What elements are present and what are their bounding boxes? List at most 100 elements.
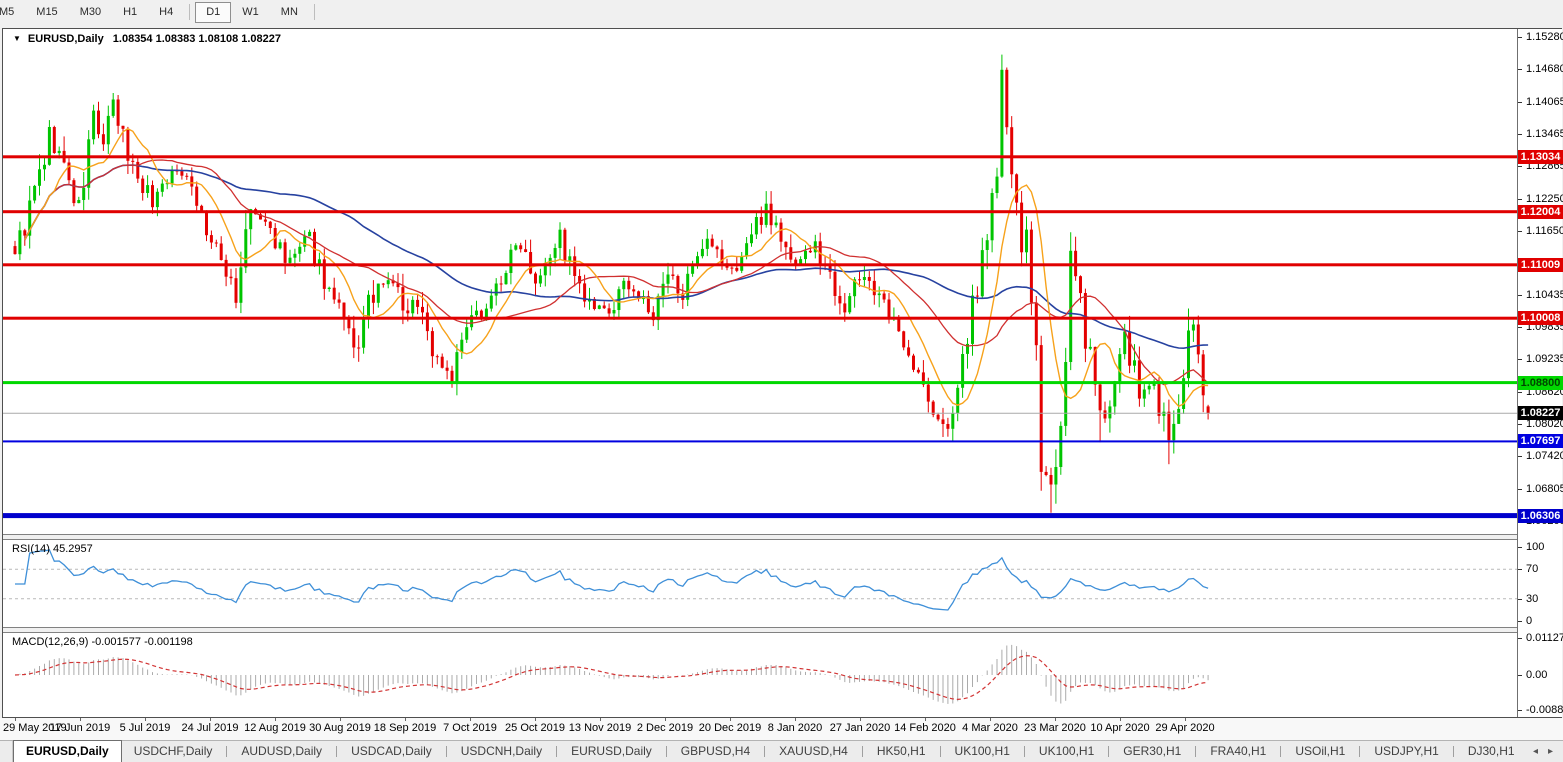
time-tick — [1120, 718, 1121, 721]
price-axis[interactable]: 1.15280 1.14680 1.14065 1.13465 1.12865 1.122… — [1517, 29, 1563, 717]
time-tick-label: 20 Dec 2019 — [698, 722, 762, 734]
time-tick-label: 25 Oct 2019 — [505, 722, 565, 734]
time-tick — [470, 718, 471, 721]
tab-separator — [1023, 746, 1025, 757]
tab-separator — [861, 746, 863, 757]
time-tick-label: 30 Aug 2019 — [309, 722, 371, 734]
time-tick-label: 8 Jan 2020 — [767, 722, 823, 734]
price-tick — [1518, 102, 1522, 103]
tab-separator — [1195, 746, 1197, 757]
time-tick — [1055, 718, 1056, 721]
level-price-badge: 1.13034 — [1518, 150, 1563, 164]
tab-separator — [764, 746, 766, 757]
timeframe-button-h1[interactable]: H1 — [112, 2, 148, 23]
time-tick — [730, 718, 731, 721]
price-tick-label: 1.10435 — [1526, 289, 1563, 301]
chart-window: ▼ EURUSD,Daily 1.08354 1.08383 1.08108 1.… — [2, 28, 1563, 718]
price-pane-canvas[interactable] — [3, 29, 1519, 534]
macd-signal-line — [14, 655, 1209, 701]
time-tick-label: 29 Apr 2020 — [1155, 722, 1215, 734]
chart-tab-hk50-h1[interactable]: HK50,H1 — [865, 742, 938, 762]
level-price-badge: 1.12004 — [1518, 205, 1563, 219]
chart-tab-usdcad-daily[interactable]: USDCAD,Daily — [339, 742, 444, 762]
timeframe-button-d1[interactable]: D1 — [195, 1, 232, 23]
chart-tab-usdjpy-h1[interactable]: USDJPY,H1 — [1362, 742, 1450, 762]
timeframe-button-h4[interactable]: H4 — [148, 2, 184, 23]
price-tick-label: 1.12250 — [1526, 193, 1563, 205]
time-tick — [535, 718, 536, 721]
level-price-badge: 1.07697 — [1518, 434, 1563, 448]
time-tick — [145, 718, 146, 721]
tab-scroll-arrows: ◂ ▸ — [1533, 741, 1563, 762]
time-axis[interactable]: 29 May 2019 17 Jun 2019 5 Jul 2019 24 Jul 2… — [0, 718, 1563, 740]
price-tick-label: 1.06805 — [1526, 483, 1563, 495]
chart-tab-usoil-h1[interactable]: USOil,H1 — [1283, 742, 1357, 762]
chart-tab-uk100-h1[interactable]: UK100,H1 — [943, 742, 1022, 762]
macd-tick — [1518, 675, 1522, 676]
symbol-dropdown-icon[interactable]: ▼ — [13, 34, 21, 43]
timeframe-toolbar: M5 M15 M30 H1 H4 D1 W1 MN — [0, 0, 1551, 24]
price-tick-label: 1.13465 — [1526, 128, 1563, 140]
chart-tab-usdchf-daily[interactable]: USDCHF,Daily — [122, 742, 225, 762]
rsi-tick-label: 100 — [1526, 541, 1545, 553]
time-tick-label: 10 Apr 2020 — [1090, 722, 1150, 734]
timeframe-button-mn[interactable]: MN — [270, 2, 309, 23]
rsi-tick-label: 30 — [1526, 593, 1539, 605]
rsi-tick-label: 70 — [1526, 563, 1539, 575]
tab-scroll-right-icon[interactable]: ▸ — [1548, 746, 1553, 757]
level-price-badge: 1.11009 — [1518, 258, 1563, 272]
tab-separator — [226, 746, 228, 757]
time-tick — [15, 718, 16, 721]
time-tick — [600, 718, 601, 721]
tab-separator — [1452, 746, 1454, 757]
time-tick — [275, 718, 276, 721]
chart-tab-eurusd-daily[interactable]: EURUSD,Daily — [13, 740, 122, 762]
timeframe-button-m30[interactable]: M30 — [69, 2, 112, 23]
macd-tick-label: 0.00 — [1526, 669, 1548, 681]
macd-tick-label: 0.011277 — [1526, 632, 1563, 644]
chart-tab-eurusd-daily[interactable]: EURUSD,Daily — [559, 742, 664, 762]
macd-tick — [1518, 710, 1522, 711]
timeframe-button-m15[interactable]: M15 — [25, 2, 68, 23]
price-tick — [1518, 166, 1522, 167]
macd-pane-canvas[interactable] — [3, 633, 1519, 717]
price-tick-label: 1.14680 — [1526, 63, 1563, 75]
price-tick-label: 1.14065 — [1526, 96, 1563, 108]
macd-tick — [1518, 638, 1522, 639]
time-tick-label: 12 Aug 2019 — [244, 722, 306, 734]
time-tick — [925, 718, 926, 721]
rsi-line — [15, 549, 1209, 611]
price-tick — [1518, 231, 1522, 232]
price-tick — [1518, 424, 1522, 425]
candles-layer — [13, 54, 1210, 513]
chart-tab-fra40-h1[interactable]: FRA40,H1 — [1198, 742, 1278, 762]
chart-tab-usdcnh-daily[interactable]: USDCNH,Daily — [449, 742, 554, 762]
time-tick — [860, 718, 861, 721]
chart-tab-xauusd-h4[interactable]: XAUUSD,H4 — [767, 742, 860, 762]
rsi-tick — [1518, 569, 1522, 570]
chart-tab-uk100-h1[interactable]: UK100,H1 — [1027, 742, 1106, 762]
chart-tab-dj30-h1[interactable]: DJ30,H1 — [1456, 742, 1527, 762]
time-tick-label: 23 Mar 2020 — [1024, 722, 1086, 734]
time-tick-label: 2 Dec 2019 — [636, 722, 694, 734]
time-tick — [1185, 718, 1186, 721]
current-price-badge: 1.08227 — [1518, 406, 1563, 420]
time-tick-label: 27 Jan 2020 — [829, 722, 891, 734]
price-tick-label: 1.09235 — [1526, 353, 1563, 365]
time-tick-label: 4 Mar 2020 — [962, 722, 1018, 734]
chart-tab-gbpusd-h4[interactable]: GBPUSD,H4 — [669, 742, 762, 762]
price-tick — [1518, 359, 1522, 360]
timeframe-button-m5[interactable]: M5 — [0, 2, 25, 23]
rsi-pane-canvas[interactable] — [3, 540, 1519, 627]
time-tick-label: 5 Jul 2019 — [119, 722, 171, 734]
price-tick-label: 1.15280 — [1526, 31, 1563, 43]
tab-scroll-left-icon[interactable]: ◂ — [1533, 746, 1538, 757]
chart-tab-ger30-h1[interactable]: GER30,H1 — [1111, 742, 1193, 762]
timeframe-button-w1[interactable]: W1 — [231, 2, 270, 23]
chart-title-symbol: EURUSD,Daily — [27, 33, 104, 45]
price-tick — [1518, 37, 1522, 38]
price-tick-label: 1.07420 — [1526, 450, 1563, 462]
time-tick-label: 14 Feb 2020 — [894, 722, 956, 734]
rsi-tick — [1518, 599, 1522, 600]
chart-tab-audusd-daily[interactable]: AUDUSD,Daily — [229, 742, 334, 762]
